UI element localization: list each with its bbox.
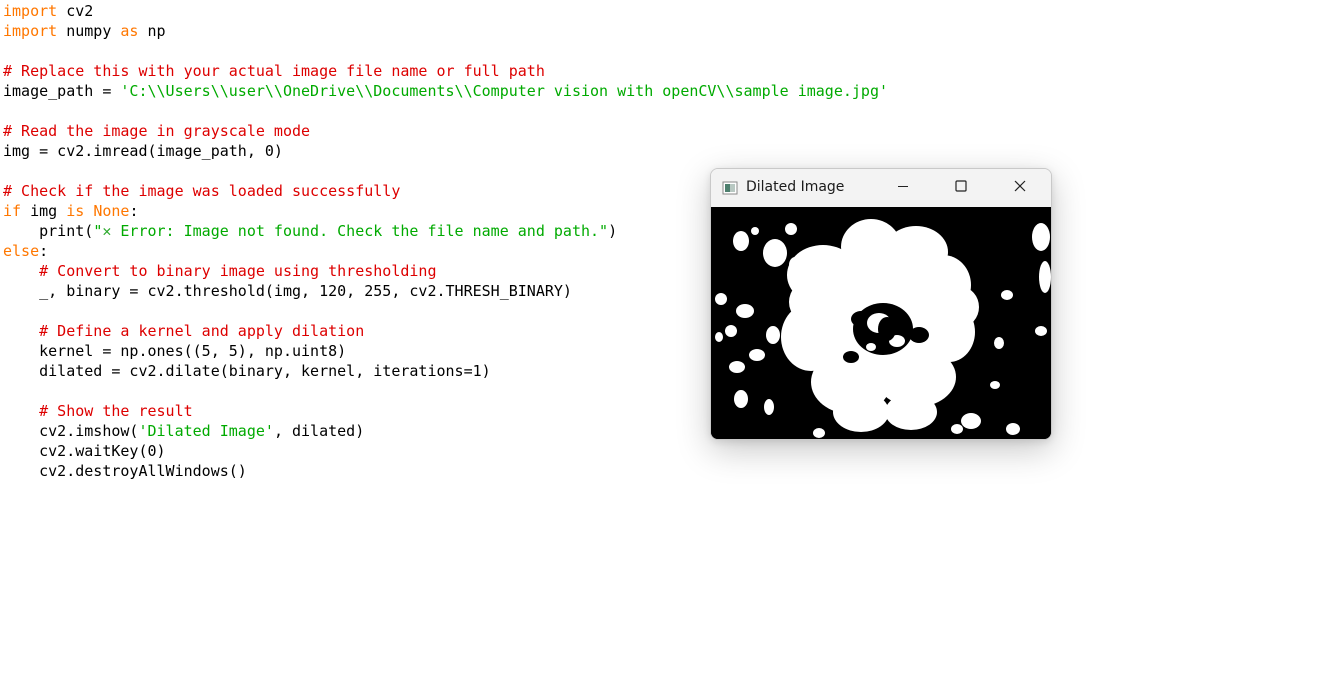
code-line: # Read the image in grayscale mode (3, 121, 1323, 141)
dilated-binary-flower-image (711, 207, 1051, 439)
code-token: if (3, 202, 22, 220)
code-token: # Replace this with your actual image fi… (3, 62, 545, 80)
code-token: img (21, 202, 67, 220)
code-token: numpy (57, 22, 121, 40)
code-token: as (120, 22, 139, 40)
code-token: cv2.imshow( (3, 422, 139, 440)
code-token: image_path = (3, 82, 121, 100)
code-token: cv2.destroyAllWindows() (3, 462, 247, 480)
minimize-button[interactable] (880, 169, 926, 207)
code-token: cv2.waitKey(0) (3, 442, 166, 460)
code-line: cv2.imshow('Dilated Image', dilated) (3, 421, 1323, 441)
code-token: 'C:\\Users\\user\\OneDrive\\Documents\\C… (120, 82, 889, 100)
code-line: # Check if the image was loaded successf… (3, 181, 1323, 201)
code-token: # Check if the image was loaded successf… (3, 182, 401, 200)
code-token: # Convert to binary image using threshol… (39, 262, 437, 280)
code-token: # Define a kernel and apply dilation (39, 322, 365, 340)
code-line: print("✕ Error: Image not found. Check t… (3, 221, 1323, 241)
code-token: kernel = np.ones((5, 5), np.uint8) (3, 342, 347, 360)
code-token: print( (3, 222, 94, 240)
close-icon (1014, 179, 1026, 197)
code-token: # Show the result (39, 402, 193, 420)
code-token: , dilated) (273, 422, 365, 440)
code-token: : (39, 242, 49, 260)
code-line: # Show the result (3, 401, 1323, 421)
code-line: # Replace this with your actual image fi… (3, 61, 1323, 81)
opencv-window-icon (722, 180, 738, 196)
window-titlebar[interactable]: Dilated Image (711, 169, 1051, 207)
code-token: ) (608, 222, 618, 240)
code-line: # Convert to binary image using threshol… (3, 261, 1323, 281)
code-line: dilated = cv2.dilate(binary, kernel, ite… (3, 361, 1323, 381)
maximize-icon (955, 179, 967, 197)
code-line: cv2.waitKey(0) (3, 441, 1323, 461)
code-token: import (3, 2, 58, 20)
code-line: # Define a kernel and apply dilation (3, 321, 1323, 341)
code-line: import cv2 (3, 1, 1323, 21)
code-token: None (93, 202, 130, 220)
code-line: _, binary = cv2.threshold(img, 120, 255,… (3, 281, 1323, 301)
minimize-icon (897, 179, 909, 197)
code-line: else: (3, 241, 1323, 261)
code-token: # Read the image in grayscale mode (3, 122, 311, 140)
code-token: " (93, 222, 103, 240)
code-line: cv2.destroyAllWindows() (3, 461, 1323, 481)
dilated-image-window[interactable]: Dilated Image (710, 168, 1052, 440)
code-line: if img is None: (3, 201, 1323, 221)
code-line: img = cv2.imread(image_path, 0) (3, 141, 1323, 161)
code-line: import numpy as np (3, 21, 1323, 41)
close-button[interactable] (997, 169, 1043, 207)
code-line: image_path = 'C:\\Users\\user\\OneDrive\… (3, 81, 1323, 101)
code-token: : (129, 202, 139, 220)
dilated-image (711, 207, 1051, 439)
code-token: Error: Image not found. Check the file n… (111, 222, 609, 240)
code-token: dilated = cv2.dilate(binary, kernel, ite… (3, 362, 491, 380)
code-token: else (3, 242, 40, 260)
code-token: 'Dilated Image' (138, 422, 274, 440)
code-token: is (66, 202, 85, 220)
code-line: kernel = np.ones((5, 5), np.uint8) (3, 341, 1323, 361)
maximize-button[interactable] (938, 169, 984, 207)
code-token: cv2 (57, 2, 94, 20)
code-token: _, binary = cv2.threshold(img, 120, 255,… (3, 282, 572, 300)
code-editor[interactable]: import cv2 import numpy as np # Replace th… (3, 1, 1323, 481)
code-token: np (138, 22, 166, 40)
code-token: img = cv2.imread(image_path, 0) (3, 142, 283, 160)
code-token: import (3, 22, 58, 40)
window-title: Dilated Image (746, 179, 845, 195)
